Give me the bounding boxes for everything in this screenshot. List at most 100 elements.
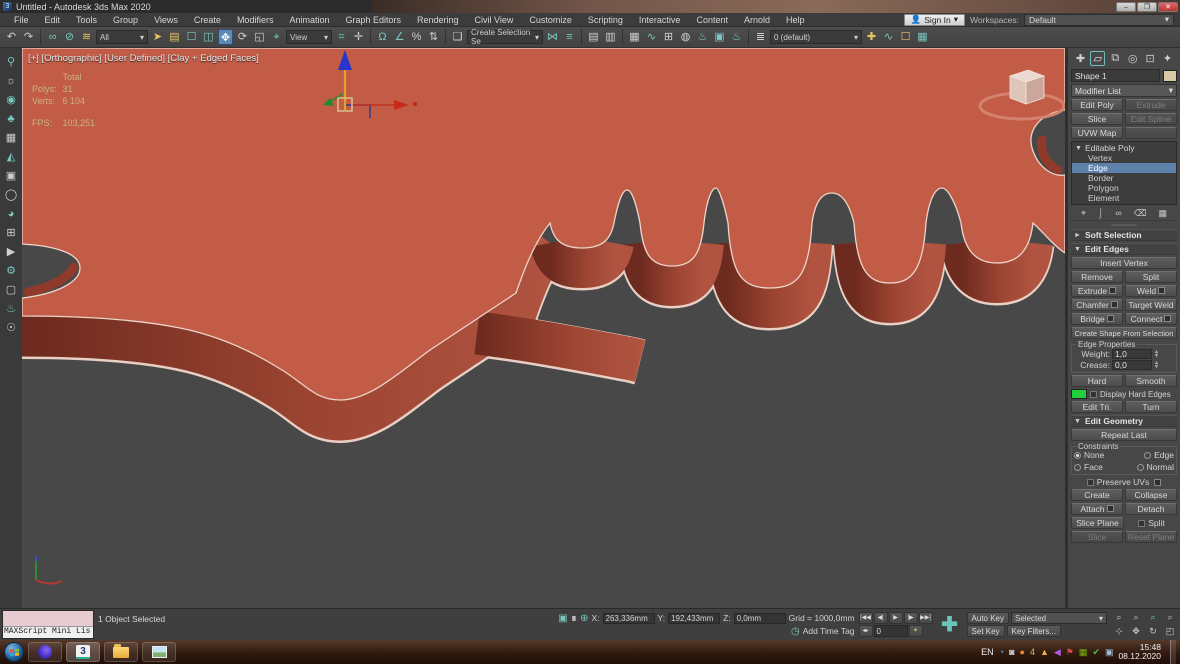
reference-coordinate-dropdown[interactable]: View ▾ [286, 30, 332, 44]
snap-toggle-icon[interactable]: Ω [375, 29, 390, 45]
isolate-selection-icon[interactable]: ▣ [558, 613, 567, 624]
tab-display-icon[interactable]: ⊡ [1143, 52, 1158, 65]
window-crossing-icon[interactable]: ◫ [201, 29, 216, 45]
weld-settings-icon[interactable] [1158, 287, 1166, 294]
hard-button[interactable]: Hard [1071, 375, 1123, 387]
weld-button[interactable]: Weld [1125, 285, 1177, 297]
menu-rendering[interactable]: Rendering [409, 15, 467, 25]
absolute-offset-icon[interactable]: ⊕ [580, 613, 588, 624]
tab-modify-icon[interactable]: ▱ [1090, 51, 1106, 66]
y-coordinate-field[interactable]: 192,433mm [668, 612, 721, 624]
pin-stack-icon[interactable]: ⌖ [1081, 208, 1086, 219]
image-plane-icon[interactable]: ▣ [6, 170, 16, 182]
go-to-start-button[interactable]: |◀◀ [858, 612, 873, 624]
key-selection-dropdown[interactable]: Selected ▾ [1011, 612, 1107, 624]
menu-interactive[interactable]: Interactive [631, 15, 689, 25]
edit-tri-button[interactable]: Edit Tri. [1071, 401, 1123, 413]
menu-group[interactable]: Group [105, 15, 146, 25]
tray-icon-9[interactable]: ✔ [1092, 647, 1100, 657]
workspace-dropdown[interactable]: Default ▾ [1024, 13, 1174, 26]
select-manipulate-icon[interactable]: ✛ [351, 29, 366, 45]
stack-item-vertex[interactable]: Vertex [1072, 153, 1176, 163]
tray-icon-7[interactable]: ⚑ [1066, 647, 1074, 657]
grid-panel-icon[interactable]: ▦ [6, 132, 16, 144]
minimize-button[interactable]: – [1116, 1, 1136, 12]
next-frame-button[interactable]: |▶ [903, 612, 918, 624]
taskbar-3ds-max[interactable]: 3 [66, 642, 100, 662]
maximize-viewport-icon[interactable]: ◰ [1162, 625, 1178, 638]
spinner-snap-icon[interactable]: ⇅ [426, 29, 441, 45]
tray-icon-2[interactable]: ◙ [1009, 647, 1014, 657]
layer-list-icon[interactable]: ≣ [753, 29, 768, 45]
split-button[interactable]: Split [1125, 271, 1177, 283]
extrude-modifier-button[interactable]: Extrude [1125, 99, 1177, 111]
grid-cross-icon[interactable]: ⊞ [6, 227, 15, 239]
crease-spinner[interactable]: ▲ ▼ [1154, 360, 1159, 369]
bridge-button[interactable]: Bridge [1071, 313, 1123, 325]
attach-settings-icon[interactable] [1106, 505, 1114, 512]
material-editor-icon[interactable]: ◍ [678, 29, 693, 45]
menu-file[interactable]: File [6, 15, 37, 25]
create-key-plus-icon[interactable]: ✚ [937, 610, 963, 639]
taskbar-file-explorer[interactable] [104, 642, 138, 662]
menu-civil-view[interactable]: Civil View [467, 15, 522, 25]
set-key-button[interactable]: Set Key [966, 625, 1005, 637]
panel-splitter[interactable] [1071, 223, 1177, 227]
constraint-none-radio[interactable] [1074, 451, 1081, 459]
taskbar-clock[interactable]: 15:48 08.12.2020 [1118, 643, 1165, 661]
rollout-edit-edges[interactable]: ▼ Edit Edges [1071, 243, 1177, 255]
turn-button[interactable]: Turn [1125, 401, 1177, 413]
bind-spacewarp-icon[interactable]: ≋ [79, 29, 94, 45]
constraint-normal-radio[interactable] [1136, 463, 1144, 471]
use-pivot-center-icon[interactable]: ⌗ [334, 29, 349, 45]
viewport-label[interactable]: [+] [Orthographic] [User Defined] [Clay … [28, 53, 259, 64]
align-icon[interactable]: ≡ [562, 29, 577, 45]
maxscript-mini-listener[interactable]: MAXScript Mini Lis [2, 610, 94, 639]
reset-plane-button[interactable]: Reset Plane [1125, 531, 1177, 543]
select-object-icon[interactable]: ➤ [150, 29, 165, 45]
ribbon-toggle-icon[interactable]: ▦ [627, 29, 642, 45]
go-to-end-button[interactable]: ▶▶| [918, 612, 933, 624]
sun-icon[interactable]: ☼ [6, 75, 16, 87]
rollout-edit-geometry[interactable]: ▼ Edit Geometry [1071, 415, 1177, 427]
split-checkbox[interactable] [1138, 519, 1146, 527]
orbit-icon[interactable]: ↻ [1145, 625, 1161, 638]
stack-item-edge[interactable]: Edge [1072, 163, 1176, 173]
taskbar-photo-viewer[interactable] [142, 642, 176, 662]
sphere-corner-icon[interactable]: ◕ [8, 208, 15, 220]
viewport[interactable]: [+] [Orthographic] [User Defined] [Clay … [22, 48, 1065, 608]
object-color-swatch[interactable] [1163, 69, 1177, 82]
menu-graph-editors[interactable]: Graph Editors [337, 15, 409, 25]
connect-button[interactable]: Connect [1125, 313, 1177, 325]
configure-modifier-sets-icon[interactable]: ▦ [1158, 208, 1167, 219]
menu-animation[interactable]: Animation [281, 15, 337, 25]
camera-icon[interactable]: ◉ [6, 94, 16, 106]
collapse-button[interactable]: Collapse [1125, 489, 1177, 501]
time-tag-icon[interactable]: ◷ [791, 626, 800, 637]
trees-icon[interactable]: ♣ [7, 113, 14, 125]
tray-icon-5[interactable]: ▲ [1040, 647, 1049, 657]
stack-item-border[interactable]: Border [1072, 173, 1176, 183]
select-children-icon[interactable]: ☐ [898, 29, 913, 45]
constraint-edge-radio[interactable] [1144, 451, 1152, 459]
select-and-rotate-icon[interactable]: ⟳ [235, 29, 250, 45]
attach-button[interactable]: Attach [1071, 503, 1123, 515]
z-coordinate-field[interactable]: 0,0mm [733, 612, 786, 624]
sign-in-button[interactable]: 👤 Sign In ▾ [903, 13, 966, 26]
chamfer-button[interactable]: Chamfer [1071, 299, 1123, 311]
tab-hierarchy-icon[interactable]: ⧉ [1108, 52, 1123, 65]
menu-scripting[interactable]: Scripting [580, 15, 631, 25]
mirror-icon[interactable]: ⋈ [545, 29, 560, 45]
rollout-soft-selection[interactable]: ► Soft Selection [1071, 229, 1177, 241]
slice-button[interactable]: Slice [1071, 531, 1123, 543]
unlink-icon[interactable]: ⊘ [62, 29, 77, 45]
target-weld-button[interactable]: Target Weld [1125, 299, 1177, 311]
render-production-icon[interactable]: ♨ [729, 29, 744, 45]
gears-icon[interactable]: ⚙ [6, 265, 16, 277]
x-coordinate-field[interactable]: 263,336mm [602, 612, 655, 624]
select-and-place-icon[interactable]: ⌖ [269, 29, 284, 45]
curve-editor-icon[interactable]: ∿ [644, 29, 659, 45]
edit-spline-button[interactable]: Edit Spline [1125, 113, 1177, 125]
chamfer-settings-icon[interactable] [1110, 301, 1118, 308]
select-and-move-icon[interactable]: ✥ [218, 29, 233, 45]
